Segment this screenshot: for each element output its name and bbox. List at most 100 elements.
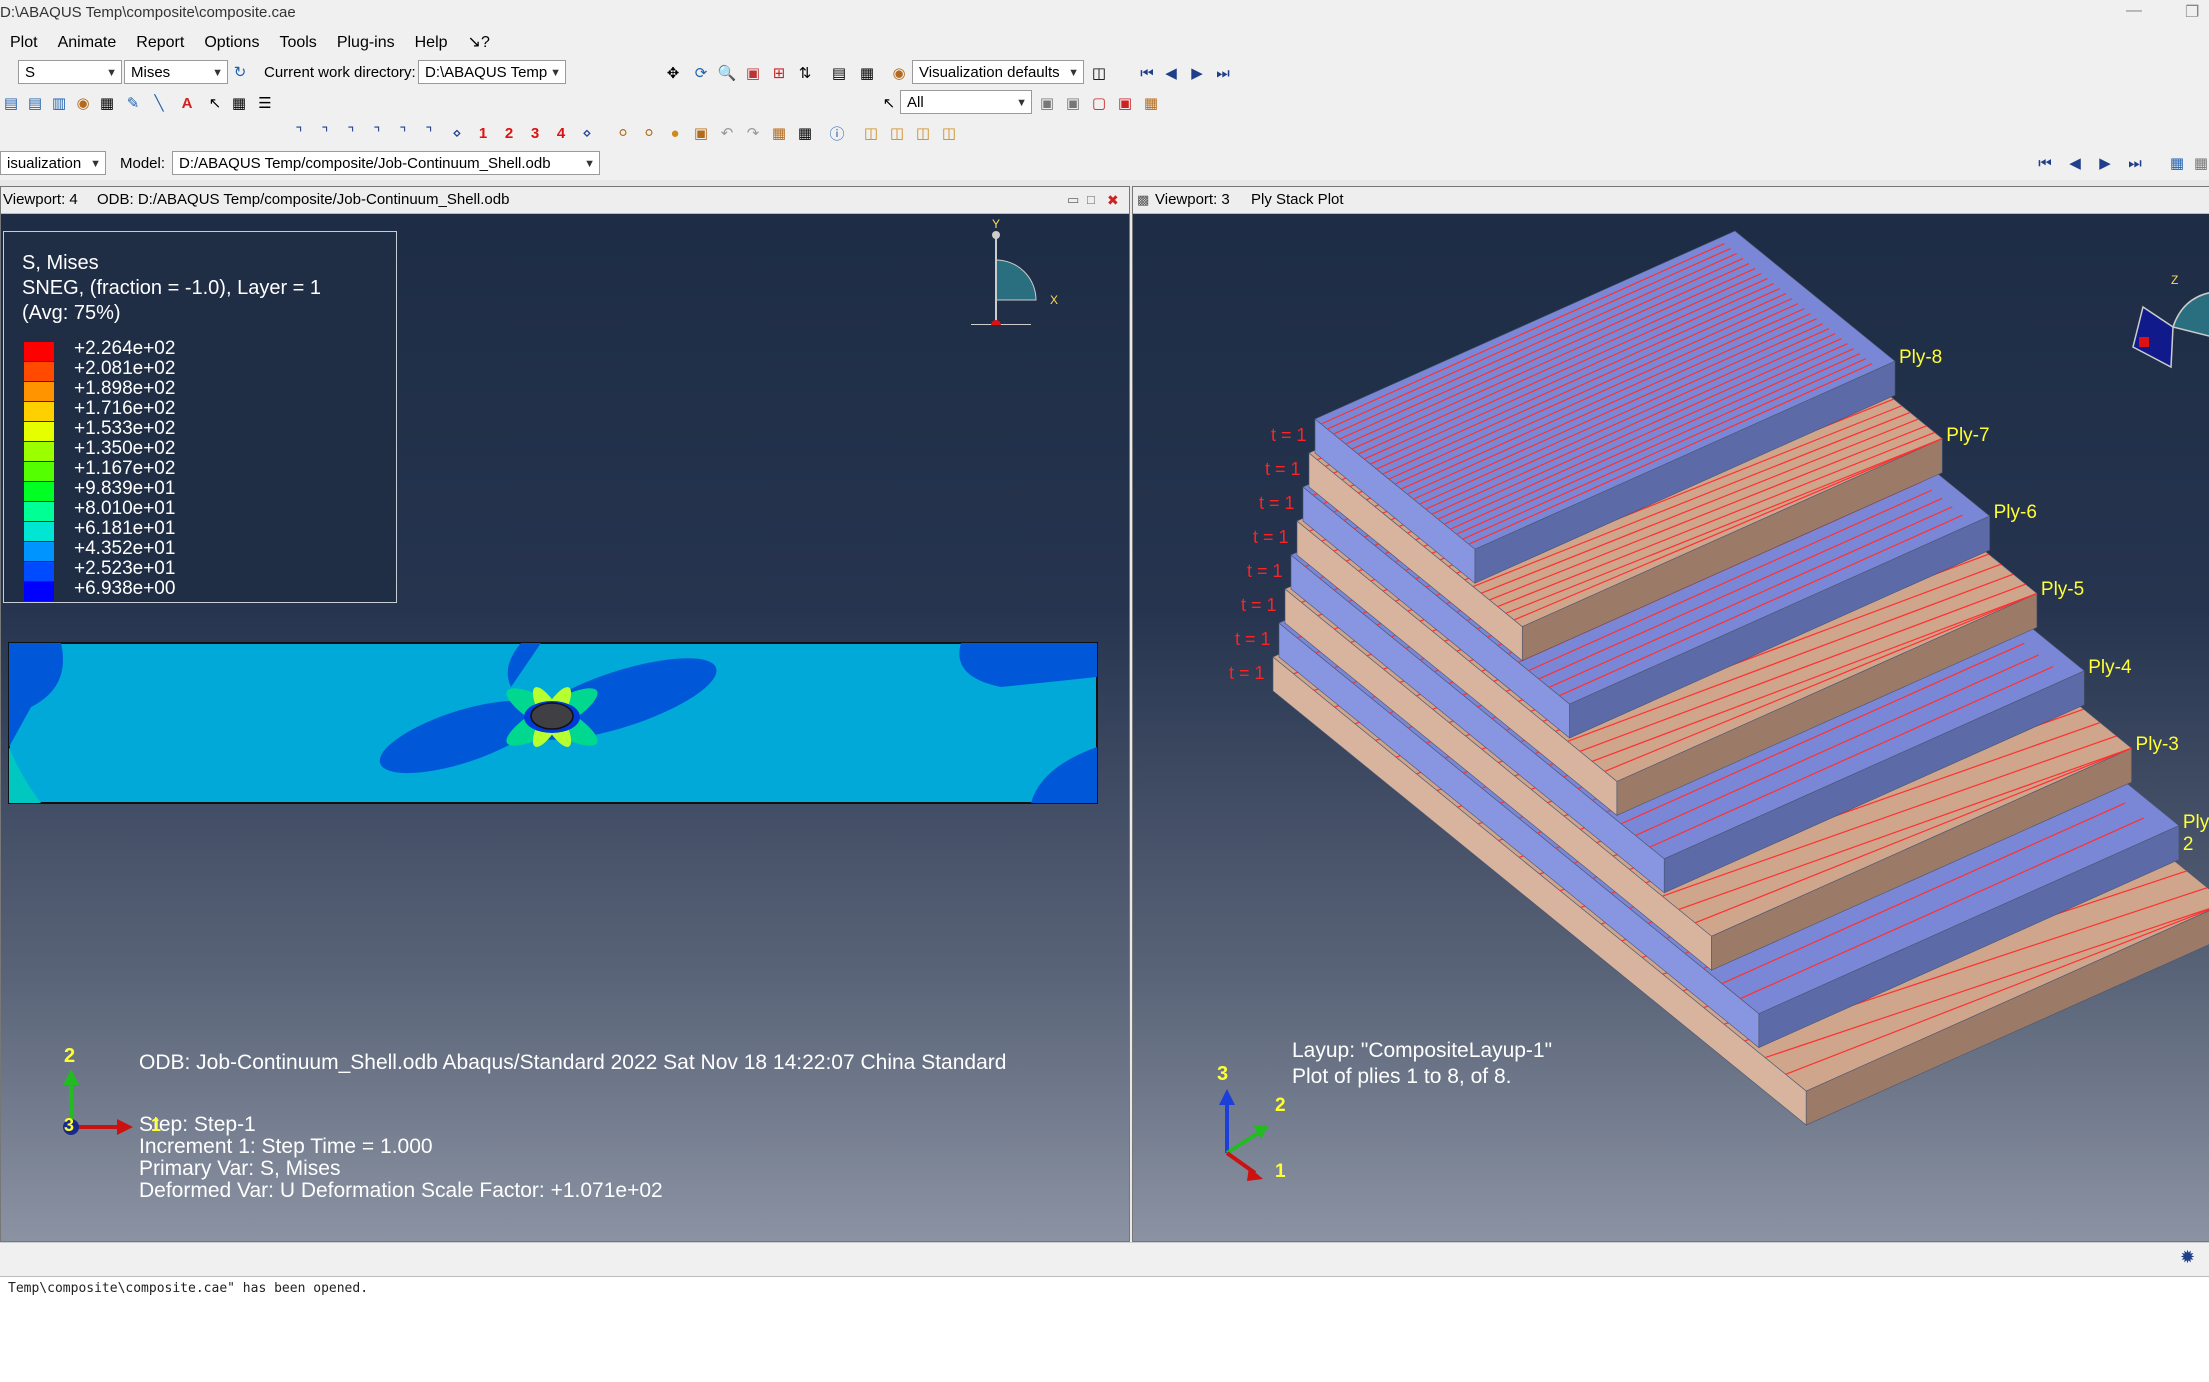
cube-icon[interactable]: ◫ <box>860 122 882 144</box>
ply-thickness-label: t = 1 <box>1265 459 1301 479</box>
rotate-icon[interactable]: ⟳ <box>690 62 712 84</box>
view-3-button[interactable]: 3 <box>524 122 546 144</box>
axis-2-label: 2 <box>64 1045 76 1067</box>
view-cut-icon[interactable]: ◉ <box>72 92 94 114</box>
view-front-icon[interactable]: ⌝ <box>288 122 310 144</box>
select-tool-icon[interactable]: ▣ <box>1036 92 1058 114</box>
last-frame-icon[interactable]: ⏭ <box>1212 62 1234 84</box>
view-1-button[interactable]: 1 <box>472 122 494 144</box>
deformed-var-info: Deformed Var: U Deformation Scale Factor… <box>139 1179 663 1202</box>
cwd-select[interactable]: D:\ABAQUS Temp ▼ <box>418 60 566 84</box>
info-icon[interactable]: ⓘ <box>826 122 848 144</box>
view-right-icon[interactable]: ⌝ <box>418 122 440 144</box>
grid-icon[interactable]: ▦ <box>794 122 816 144</box>
view-axes-icon[interactable]: ⋄ <box>576 122 598 144</box>
drag-select-2-icon[interactable]: ▣ <box>1114 92 1136 114</box>
selection-arrow-icon[interactable]: ↖ <box>878 92 900 114</box>
first-frame-icon[interactable]: ⏮ <box>1136 62 1158 84</box>
primary-var-info: Primary Var: S, Mises <box>139 1157 341 1180</box>
list-icon[interactable]: ☰ <box>254 92 276 114</box>
next-frame-icon[interactable]: ▶ <box>1186 62 1208 84</box>
field-output-select[interactable]: S ▼ <box>18 60 122 84</box>
message-area: Temp\composite\composite.cae" has been o… <box>0 1276 2209 1382</box>
pan-icon[interactable]: ✥ <box>662 62 684 84</box>
tree-icon[interactable]: ▦ <box>768 122 790 144</box>
visualization-defaults-select[interactable]: Visualization defaults ▼ <box>912 60 1084 84</box>
cwd-label: Current work directory: <box>264 64 416 81</box>
previous-frame-icon[interactable]: ◀ <box>1160 62 1182 84</box>
menu-report[interactable]: Report <box>126 30 194 52</box>
cube-3-icon[interactable]: ◫ <box>912 122 934 144</box>
viewport-layout-icon[interactable]: ◫ <box>1088 62 1110 84</box>
refresh-icon[interactable]: ↻ <box>229 61 251 83</box>
common-options-icon[interactable]: ▦ <box>856 62 878 84</box>
view-back-icon[interactable]: ⌝ <box>314 122 336 144</box>
module-select[interactable]: isualization ▼ <box>0 151 106 175</box>
auto-fit-icon[interactable]: ⊞ <box>768 62 790 84</box>
selection-options-icon[interactable]: ▦ <box>1140 92 1162 114</box>
cycle-views-icon[interactable]: ⇅ <box>794 62 816 84</box>
select-tool-2-icon[interactable]: ▣ <box>1062 92 1084 114</box>
toolbar-row-3: ⌝ ⌝ ⌝ ⌝ ⌝ ⌝ ⋄ 1 2 3 4 ⋄ ⚪ ⚪ ● ▣ ↶ ↷ ▦ ▦ … <box>0 118 2209 148</box>
menu-plugins[interactable]: Plug-ins <box>327 30 405 52</box>
minimize-icon[interactable]: — <box>2126 2 2142 20</box>
ply-label: Ply-8 <box>1898 347 1943 369</box>
menu-plot[interactable]: Plot <box>0 30 48 52</box>
restore-icon[interactable]: ❐ <box>2185 2 2199 22</box>
display-group-icon[interactable]: ▤ <box>0 92 22 114</box>
zoom-icon[interactable]: 🔍 <box>716 62 738 84</box>
cube-2-icon[interactable]: ◫ <box>886 122 908 144</box>
menu-animate[interactable]: Animate <box>48 30 127 52</box>
undo-icon[interactable]: ↶ <box>716 122 738 144</box>
context-last-icon[interactable]: ⏭ <box>2124 152 2146 174</box>
render-style-icon[interactable]: ⚪ <box>612 122 634 144</box>
ply-axis-1-label: 1 <box>1275 1161 1286 1182</box>
ply-thickness-label: t = 1 <box>1253 527 1289 547</box>
menu-options[interactable]: Options <box>194 30 269 52</box>
ply-label: Ply-6 <box>1993 502 2037 523</box>
context-prev-icon[interactable]: ◀ <box>2064 152 2086 174</box>
text-annotation-icon[interactable]: A <box>176 92 198 114</box>
table-icon[interactable]: ▦ <box>96 92 118 114</box>
ds-logo-icon: ✹ <box>2180 1247 2196 1267</box>
invariant-select[interactable]: Mises ▼ <box>124 60 228 84</box>
menu-tools[interactable]: Tools <box>269 30 326 52</box>
display-group-2-icon[interactable]: ▤ <box>24 92 46 114</box>
model-label: Model: <box>120 155 166 172</box>
ply-thickness-label: t = 1 <box>1247 561 1283 581</box>
view-4-button[interactable]: 4 <box>550 122 572 144</box>
redo-icon[interactable]: ↷ <box>742 122 764 144</box>
drag-select-icon[interactable]: ▢ <box>1088 92 1110 114</box>
field-report-icon[interactable]: ▦ <box>228 92 250 114</box>
view-iso-icon[interactable]: ⋄ <box>446 122 468 144</box>
shaded-icon[interactable]: ● <box>664 122 686 144</box>
ply-label: Ply-7 <box>1946 424 1990 446</box>
context-help-icon[interactable]: ↘? <box>458 28 500 52</box>
legend-options-icon[interactable]: ▤ <box>828 62 850 84</box>
view-left-icon[interactable]: ⌝ <box>392 122 414 144</box>
menu-help[interactable]: Help <box>405 30 458 52</box>
viewport-3[interactable]: ▩ Viewport: 3 Ply Stack Plot Ply-1t = 1P… <box>1132 186 2209 1242</box>
window-title: D:\ABAQUS Temp\composite\composite.cae <box>0 4 296 21</box>
ply-axis-triad <box>1219 1089 1269 1181</box>
ply-thickness-label: t = 1 <box>1241 595 1277 615</box>
viewport-4[interactable]: Viewport: 4 ODB: D:/ABAQUS Temp/composit… <box>0 186 1130 1242</box>
query-icon[interactable]: ✎ <box>122 92 144 114</box>
view-bottom-icon[interactable]: ⌝ <box>366 122 388 144</box>
view-2-button[interactable]: 2 <box>498 122 520 144</box>
cube-4-icon[interactable]: ◫ <box>938 122 960 144</box>
display-group-3-icon[interactable]: ▥ <box>48 92 70 114</box>
pointer-icon[interactable]: ↖ <box>204 92 226 114</box>
line-icon[interactable]: ╲ <box>148 92 170 114</box>
render-style-2-icon[interactable]: ⚪ <box>638 122 660 144</box>
selection-filter-select[interactable]: All ▼ <box>900 90 1032 114</box>
highlight-icon[interactable]: ▣ <box>690 122 712 144</box>
context-first-icon[interactable]: ⏮ <box>2034 152 2056 174</box>
context-options-icon[interactable]: ▦ <box>2166 152 2188 174</box>
palette-icon[interactable]: ◉ <box>888 62 910 84</box>
box-zoom-icon[interactable]: ▣ <box>742 62 764 84</box>
model-select[interactable]: D:/ABAQUS Temp/composite/Job-Continuum_S… <box>172 151 600 175</box>
context-more-icon[interactable]: ▦ <box>2190 152 2209 174</box>
view-top-icon[interactable]: ⌝ <box>340 122 362 144</box>
context-next-icon[interactable]: ▶ <box>2094 152 2116 174</box>
